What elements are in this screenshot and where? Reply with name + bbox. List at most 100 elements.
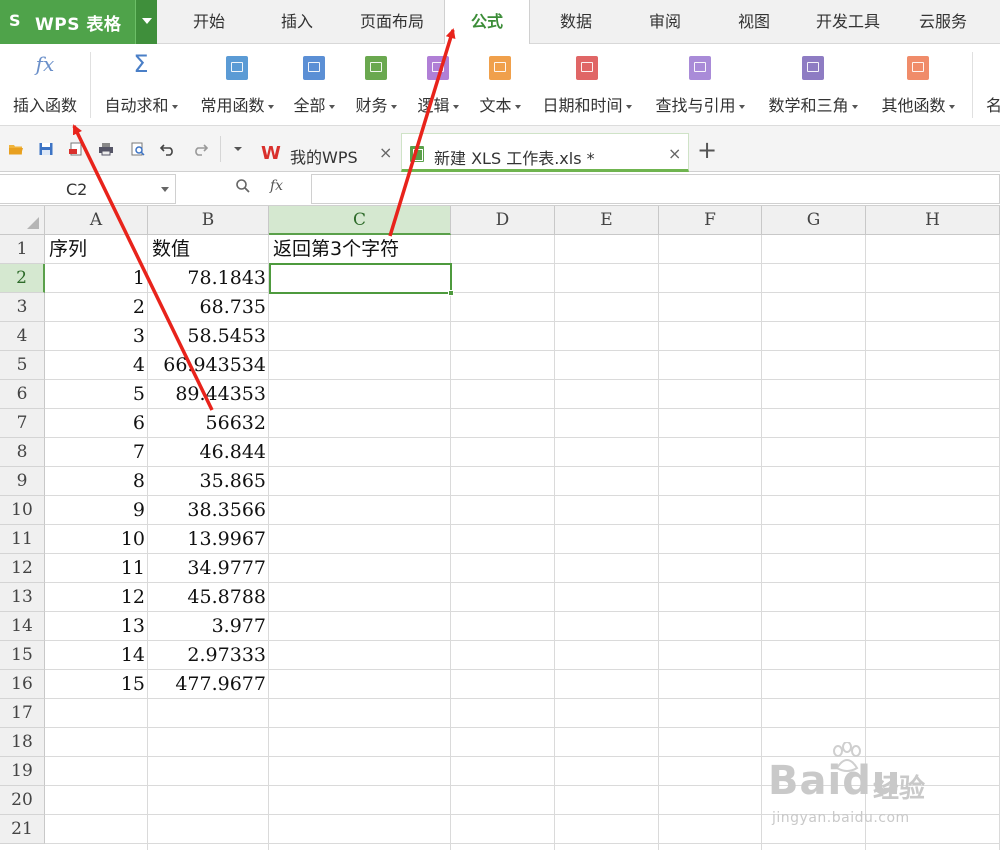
cell-a16[interactable]: 15 — [45, 670, 148, 699]
row-header-13[interactable]: 13 — [0, 583, 45, 612]
row-header-12[interactable]: 12 — [0, 554, 45, 583]
row-header-20[interactable]: 20 — [0, 786, 45, 815]
tab-insert[interactable]: 插入 — [258, 0, 336, 44]
cell-b6[interactable]: 89.44353 — [148, 380, 269, 409]
cell-b2[interactable]: 78.1843 — [148, 264, 269, 293]
select-all-corner[interactable] — [0, 206, 45, 235]
name-box[interactable]: C2 — [0, 174, 176, 204]
undo-icon[interactable] — [160, 142, 176, 156]
open-folder-icon[interactable] — [8, 142, 24, 156]
cell-a3[interactable]: 2 — [45, 293, 148, 322]
name-manager-button[interactable]: 名 — [980, 44, 1000, 126]
autosum-button[interactable]: Σ 自动求和 — [96, 44, 186, 126]
close-icon[interactable]: × — [379, 143, 392, 162]
cell-c1[interactable]: 返回第3个字符 — [269, 235, 451, 264]
new-tab-plus-icon[interactable]: + — [695, 136, 719, 164]
tab-formulas[interactable]: 公式 — [444, 0, 530, 45]
cell-b13[interactable]: 45.8788 — [148, 583, 269, 612]
row-header-3[interactable]: 3 — [0, 293, 45, 322]
column-header-b[interactable]: B — [148, 206, 269, 235]
cell-a7[interactable]: 6 — [45, 409, 148, 438]
magnifier-icon[interactable] — [235, 178, 251, 194]
row-header-16[interactable]: 16 — [0, 670, 45, 699]
math-functions-button[interactable]: 数学和三角 — [759, 44, 867, 126]
cell-a4[interactable]: 3 — [45, 322, 148, 351]
export-pdf-icon[interactable] — [68, 142, 84, 156]
cell-a8[interactable]: 7 — [45, 438, 148, 467]
cell-a12[interactable]: 11 — [45, 554, 148, 583]
redo-icon[interactable] — [192, 142, 208, 156]
logic-functions-button[interactable]: 逻辑 — [408, 44, 468, 126]
close-icon[interactable]: × — [668, 144, 681, 163]
tab-cloud[interactable]: 云服务 — [902, 0, 984, 44]
cell-b14[interactable]: 3.977 — [148, 612, 269, 641]
print-preview-icon[interactable] — [130, 142, 146, 156]
active-cell-c2[interactable] — [269, 263, 454, 296]
cell-b8[interactable]: 46.844 — [148, 438, 269, 467]
cell-b3[interactable]: 68.735 — [148, 293, 269, 322]
save-icon[interactable] — [38, 142, 54, 156]
row-header-5[interactable]: 5 — [0, 351, 45, 380]
column-header-f[interactable]: F — [659, 206, 762, 235]
cell-a6[interactable]: 5 — [45, 380, 148, 409]
doc-tab-my-wps[interactable]: W 我的WPS × — [257, 133, 397, 172]
insert-function-button[interactable]: fx 插入函数 — [2, 44, 88, 126]
row-header-7[interactable]: 7 — [0, 409, 45, 438]
row-header-18[interactable]: 18 — [0, 728, 45, 757]
chevron-down-icon[interactable] — [161, 187, 169, 192]
finance-functions-button[interactable]: 财务 — [346, 44, 406, 126]
row-header-10[interactable]: 10 — [0, 496, 45, 525]
tab-review[interactable]: 审阅 — [626, 0, 704, 44]
cell-b4[interactable]: 58.5453 — [148, 322, 269, 351]
row-header-1[interactable]: 1 — [0, 235, 45, 264]
cell-b5[interactable]: 66.943534 — [148, 351, 269, 380]
text-functions-button[interactable]: 文本 — [470, 44, 530, 126]
cell-a2[interactable]: 1 — [45, 264, 148, 293]
cell-a15[interactable]: 14 — [45, 641, 148, 670]
all-functions-button[interactable]: 全部 — [286, 44, 342, 126]
fill-handle[interactable] — [448, 290, 454, 296]
tab-page-layout[interactable]: 页面布局 — [346, 0, 438, 44]
cell-b15[interactable]: 2.97333 — [148, 641, 269, 670]
cell-b7[interactable]: 56632 — [148, 409, 269, 438]
column-header-g[interactable]: G — [762, 206, 866, 235]
customize-dropdown-icon[interactable] — [230, 142, 246, 156]
cell-b11[interactable]: 13.9967 — [148, 525, 269, 554]
doc-tab-xls[interactable]: 新建 XLS 工作表.xls * × — [401, 133, 689, 172]
cell-a5[interactable]: 4 — [45, 351, 148, 380]
row-header-11[interactable]: 11 — [0, 525, 45, 554]
cell-a13[interactable]: 12 — [45, 583, 148, 612]
cell-b1[interactable]: 数值 — [148, 235, 269, 264]
row-header-15[interactable]: 15 — [0, 641, 45, 670]
common-functions-button[interactable]: 常用函数 — [190, 44, 284, 126]
app-menu-dropdown[interactable] — [135, 0, 157, 44]
tab-home[interactable]: 开始 — [170, 0, 248, 44]
cell-b12[interactable]: 34.9777 — [148, 554, 269, 583]
row-header-17[interactable]: 17 — [0, 699, 45, 728]
row-header-14[interactable]: 14 — [0, 612, 45, 641]
print-icon[interactable] — [98, 142, 114, 156]
row-header-2[interactable]: 2 — [0, 264, 45, 293]
column-header-d[interactable]: D — [451, 206, 555, 235]
lookup-functions-button[interactable]: 查找与引用 — [646, 44, 754, 126]
other-functions-button[interactable]: 其他函数 — [872, 44, 964, 126]
row-header-9[interactable]: 9 — [0, 467, 45, 496]
row-header-21[interactable]: 21 — [0, 815, 45, 844]
column-header-h[interactable]: H — [866, 206, 1000, 235]
datetime-functions-button[interactable]: 日期和时间 — [533, 44, 641, 126]
app-menu-button[interactable]: S WPS 表格 — [0, 0, 157, 44]
cell-a1[interactable]: 序列 — [45, 235, 148, 264]
cell-a11[interactable]: 10 — [45, 525, 148, 554]
cell-b16[interactable]: 477.9677 — [148, 670, 269, 699]
row-header-6[interactable]: 6 — [0, 380, 45, 409]
row-header-19[interactable]: 19 — [0, 757, 45, 786]
tab-developer[interactable]: 开发工具 — [805, 0, 891, 44]
cell-a9[interactable]: 8 — [45, 467, 148, 496]
formula-input[interactable] — [311, 174, 1000, 204]
row-header-4[interactable]: 4 — [0, 322, 45, 351]
row-header-8[interactable]: 8 — [0, 438, 45, 467]
cell-a14[interactable]: 13 — [45, 612, 148, 641]
tab-data[interactable]: 数据 — [537, 0, 615, 44]
tab-view[interactable]: 视图 — [715, 0, 793, 44]
cell-a10[interactable]: 9 — [45, 496, 148, 525]
